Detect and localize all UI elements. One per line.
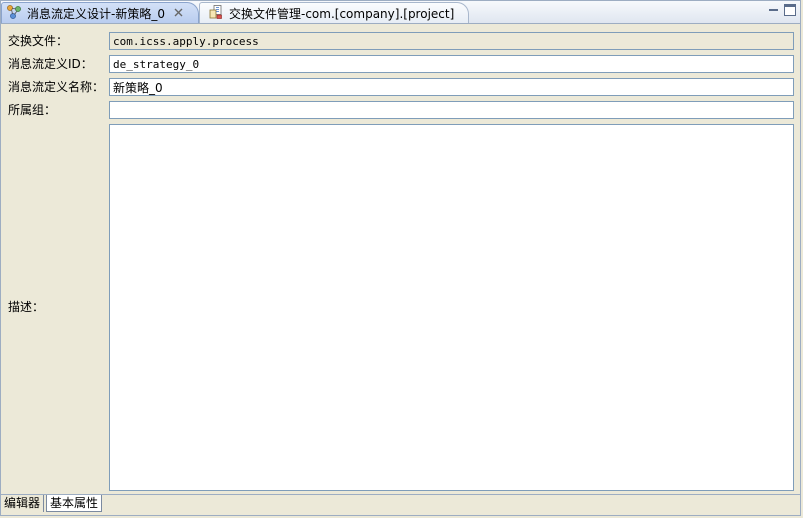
maximize-icon[interactable] <box>784 4 796 16</box>
view-controls <box>768 4 796 16</box>
minimize-icon[interactable] <box>768 4 780 16</box>
tab-exchange-file-management[interactable]: 交换文件管理-com.[company].[project] <box>199 2 469 23</box>
exchange-file-label: 交换文件： <box>8 34 69 48</box>
flow-id-field[interactable] <box>109 55 794 73</box>
page-tab-editor[interactable]: 编辑器 <box>1 495 45 512</box>
close-icon[interactable] <box>173 8 184 19</box>
exchange-file-field[interactable] <box>109 32 794 50</box>
page-tab-basic-properties[interactable]: 基本属性 <box>46 495 103 512</box>
flow-name-field[interactable] <box>109 78 794 96</box>
tab-label: 消息流定义设计-新策略_0 <box>27 6 165 21</box>
editor-tab-bar: 消息流定义设计-新策略_0 交换文件管理-com.[company].[proj… <box>1 1 800 24</box>
flow-id-label: 消息流定义ID： <box>8 57 93 71</box>
tab-label: 交换文件管理-com.[company].[project] <box>229 6 455 21</box>
basic-properties-form: 交换文件： 消息流定义ID： 消息流定义名称： 所属组： 描述： <box>1 24 800 492</box>
description-textarea[interactable] <box>109 124 794 491</box>
message-flow-icon <box>6 4 22 23</box>
tab-message-flow-design[interactable]: 消息流定义设计-新策略_0 <box>1 2 199 23</box>
group-label: 所属组： <box>8 103 57 117</box>
description-label: 描述： <box>8 300 45 314</box>
exchange-file-icon <box>208 4 224 23</box>
editor-page-tabs: 编辑器 基本属性 <box>1 494 800 516</box>
editor-window: 消息流定义设计-新策略_0 交换文件管理-com.[company].[proj… <box>0 0 801 516</box>
flow-name-label: 消息流定义名称： <box>8 80 105 94</box>
group-field[interactable] <box>109 101 794 119</box>
